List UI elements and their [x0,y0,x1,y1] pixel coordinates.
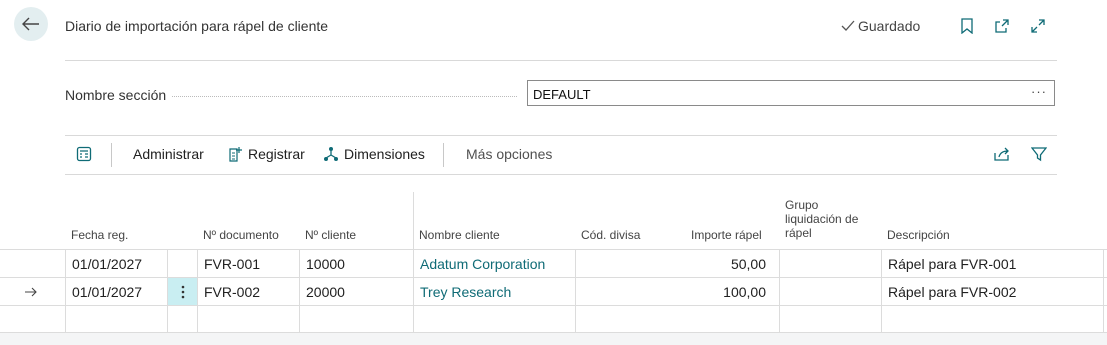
row-actions-menu-icon[interactable] [168,278,198,306]
cell-customer-name[interactable]: Adatum Corporation [414,250,576,278]
field-leader-dots [172,96,517,97]
current-row-arrow-icon [24,278,44,306]
cell-customer-name[interactable]: Trey Research [414,278,576,306]
arrow-left-icon [22,17,39,31]
header-divider [65,60,1057,61]
toolbar-top-divider [65,135,1057,136]
cell-amount[interactable]: 50,00 [664,250,780,278]
cell-description[interactable]: Rápel para FVR-001 [882,250,1104,278]
back-button[interactable] [14,7,48,41]
section-name-label-text: Nombre sección [65,87,167,103]
cell-group[interactable] [780,250,882,278]
cell-customer-no[interactable]: 20000 [300,278,414,306]
checkmark-icon [841,20,855,31]
open-new-window-icon[interactable] [992,16,1012,36]
col-header-customer-name[interactable]: Nombre cliente [419,228,500,242]
filter-icon[interactable] [1031,146,1047,162]
more-options-label: Más opciones [466,146,553,162]
column-divider [65,249,66,333]
section-name-input[interactable]: DEFAULT ··· [527,80,1055,106]
more-options-button[interactable]: Más opciones [466,146,552,162]
col-header-group[interactable]: Grupo liquidación de rápel [785,198,871,240]
section-name-value: DEFAULT [533,87,591,102]
page-title: Diario de importación para rápel de clie… [65,18,329,34]
column-divider [197,249,198,333]
post-document-icon [229,147,242,162]
toolbar-bottom-divider [65,174,1057,175]
col-header-amount[interactable]: Importe rápel [691,228,762,242]
toolbar-separator [111,143,112,167]
manage-button[interactable]: Administrar [133,146,204,162]
col-header-date[interactable]: Fecha reg. [71,228,128,242]
expand-icon[interactable] [1028,16,1048,36]
col-header-customer-no[interactable]: Nº cliente [305,228,356,242]
column-divider [881,249,882,333]
cell-amount[interactable]: 100,00 [664,278,780,306]
column-divider [575,249,576,333]
share-icon[interactable] [993,146,1011,162]
list-layout-icon [76,146,92,162]
page-footer-area [0,333,1107,345]
saved-label: Guardado [858,18,921,34]
cell-description[interactable]: Rápel para FVR-002 [882,278,1104,306]
cell-date[interactable]: 01/01/2027 [66,250,168,278]
cell-date[interactable]: 01/01/2027 [66,278,168,306]
col-header-description[interactable]: Descripción [887,228,950,242]
col-header-doc-no[interactable]: Nº documento [203,228,279,242]
post-label: Registrar [248,146,305,162]
toolbar-separator [443,143,444,167]
cell-group[interactable] [780,278,882,306]
section-name-label: Nombre sección [65,87,166,103]
show-as-list-button[interactable] [76,146,92,162]
column-divider [167,249,168,333]
dimensions-button[interactable]: Dimensiones [323,146,425,162]
col-header-currency[interactable]: Cód. divisa [581,228,640,242]
column-divider [299,249,300,333]
dimensions-label: Dimensiones [344,146,425,162]
cell-doc-no[interactable]: FVR-001 [198,250,300,278]
lookup-ellipsis-button[interactable]: ··· [1031,84,1047,99]
manage-label: Administrar [133,146,204,162]
column-divider [779,249,780,333]
cell-doc-no[interactable]: FVR-002 [198,278,300,306]
dimensions-icon [324,147,338,161]
post-button[interactable]: Registrar [228,146,305,162]
column-divider [1103,249,1104,333]
saved-status: Guardado [840,18,920,34]
cell-customer-no[interactable]: 10000 [300,250,414,278]
bookmark-icon[interactable] [957,16,977,36]
